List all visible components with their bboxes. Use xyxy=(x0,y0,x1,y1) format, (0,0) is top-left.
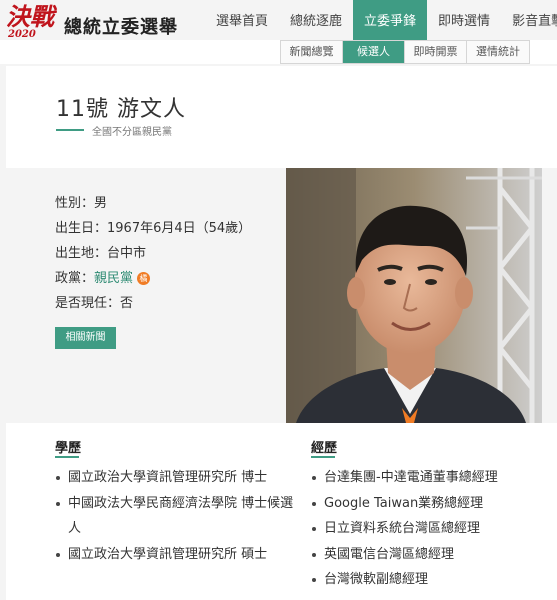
list-item: 國立政治大學資訊管理研究所 碩士 xyxy=(54,542,294,568)
nav-item-live[interactable]: 即時選情 xyxy=(427,0,501,40)
list-item: 台達集團-中達電通董事總經理 xyxy=(310,465,555,491)
education-title: 學歷 xyxy=(55,441,82,456)
experience-accent-line xyxy=(311,456,335,458)
candidate-name: 11號 游文人 xyxy=(56,97,186,122)
candidate-portrait-illustration xyxy=(286,168,542,423)
party-link[interactable]: 親民黨 xyxy=(94,271,133,286)
subnav-item-candidates[interactable]: 候選人 xyxy=(343,41,405,63)
experience-list: 台達集團-中達電通董事總經理 Google Taiwan業務總經理 日立資料系統… xyxy=(310,465,555,593)
nav-item-president[interactable]: 總統逐鹿 xyxy=(279,0,353,40)
candidate-title-box: 11號 游文人 全國不分區親民黨 xyxy=(6,66,557,168)
title-accent-line xyxy=(56,129,84,131)
site-header: 決戰 2020 總統立委選舉 選舉首頁 總統逐鹿 立委爭鋒 即時選情 影音直擊 xyxy=(0,0,557,40)
info-party-label: 政黨： xyxy=(55,271,95,286)
candidate-subtitle: 全國不分區親民黨 xyxy=(92,127,172,138)
education-list: 國立政治大學資訊管理研究所 博士 中國政法大學民商經濟法學院 博士候選人 國立政… xyxy=(54,465,294,567)
candidate-info: 性別：男 出生日：1967年6月4日（54歲） 出生地：台中市 政黨：親民黨橘 … xyxy=(6,168,286,423)
nav-item-video[interactable]: 影音直擊 xyxy=(501,0,557,40)
logo-jue: 決戰 xyxy=(6,2,54,31)
logo-year: 2020 xyxy=(8,29,36,40)
subnav-item-stats[interactable]: 選情統計 xyxy=(467,41,529,63)
main-nav: 選舉首頁 總統逐鹿 立委爭鋒 即時選情 影音直擊 xyxy=(205,0,557,40)
info-gender: 性別：男 xyxy=(55,196,108,211)
sub-nav: 新聞總覽 候選人 即時開票 選情統計 xyxy=(280,40,530,64)
list-item: 英國電信台灣區總經理 xyxy=(310,542,555,568)
background-section: 學歷 國立政治大學資訊管理研究所 博士 中國政法大學民商經濟法學院 博士候選人 … xyxy=(6,423,557,600)
info-birthplace: 出生地：台中市 xyxy=(55,246,147,261)
list-item: 日立資料系統台灣區總經理 xyxy=(310,516,555,542)
list-item: 台灣微軟副總經理 xyxy=(310,567,555,593)
subnav-item-live-count[interactable]: 即時開票 xyxy=(405,41,467,63)
subnav-item-news[interactable]: 新聞總覽 xyxy=(281,41,343,63)
info-birth: 出生日：1967年6月4日（54歲） xyxy=(55,221,252,236)
info-incumbent: 是否現任：否 xyxy=(55,296,134,311)
list-item: 國立政治大學資訊管理研究所 博士 xyxy=(54,465,294,491)
candidate-photo xyxy=(286,168,542,423)
nav-item-legislator[interactable]: 立委爭鋒 xyxy=(353,0,428,40)
education-accent-line xyxy=(55,456,79,458)
list-item: 中國政法大學民商經濟法學院 博士候選人 xyxy=(54,491,294,542)
experience-title: 經歷 xyxy=(311,441,338,456)
site-logo[interactable]: 決戰 2020 總統立委選舉 xyxy=(4,4,179,42)
list-item: Google Taiwan業務總經理 xyxy=(310,491,555,517)
info-party: 政黨：親民黨橘 xyxy=(55,267,151,286)
related-news-button[interactable]: 相關新聞 xyxy=(55,327,116,349)
logo-title: 總統立委選舉 xyxy=(64,17,178,38)
party-badge-icon: 橘 xyxy=(137,272,151,285)
nav-item-home[interactable]: 選舉首頁 xyxy=(205,0,279,40)
